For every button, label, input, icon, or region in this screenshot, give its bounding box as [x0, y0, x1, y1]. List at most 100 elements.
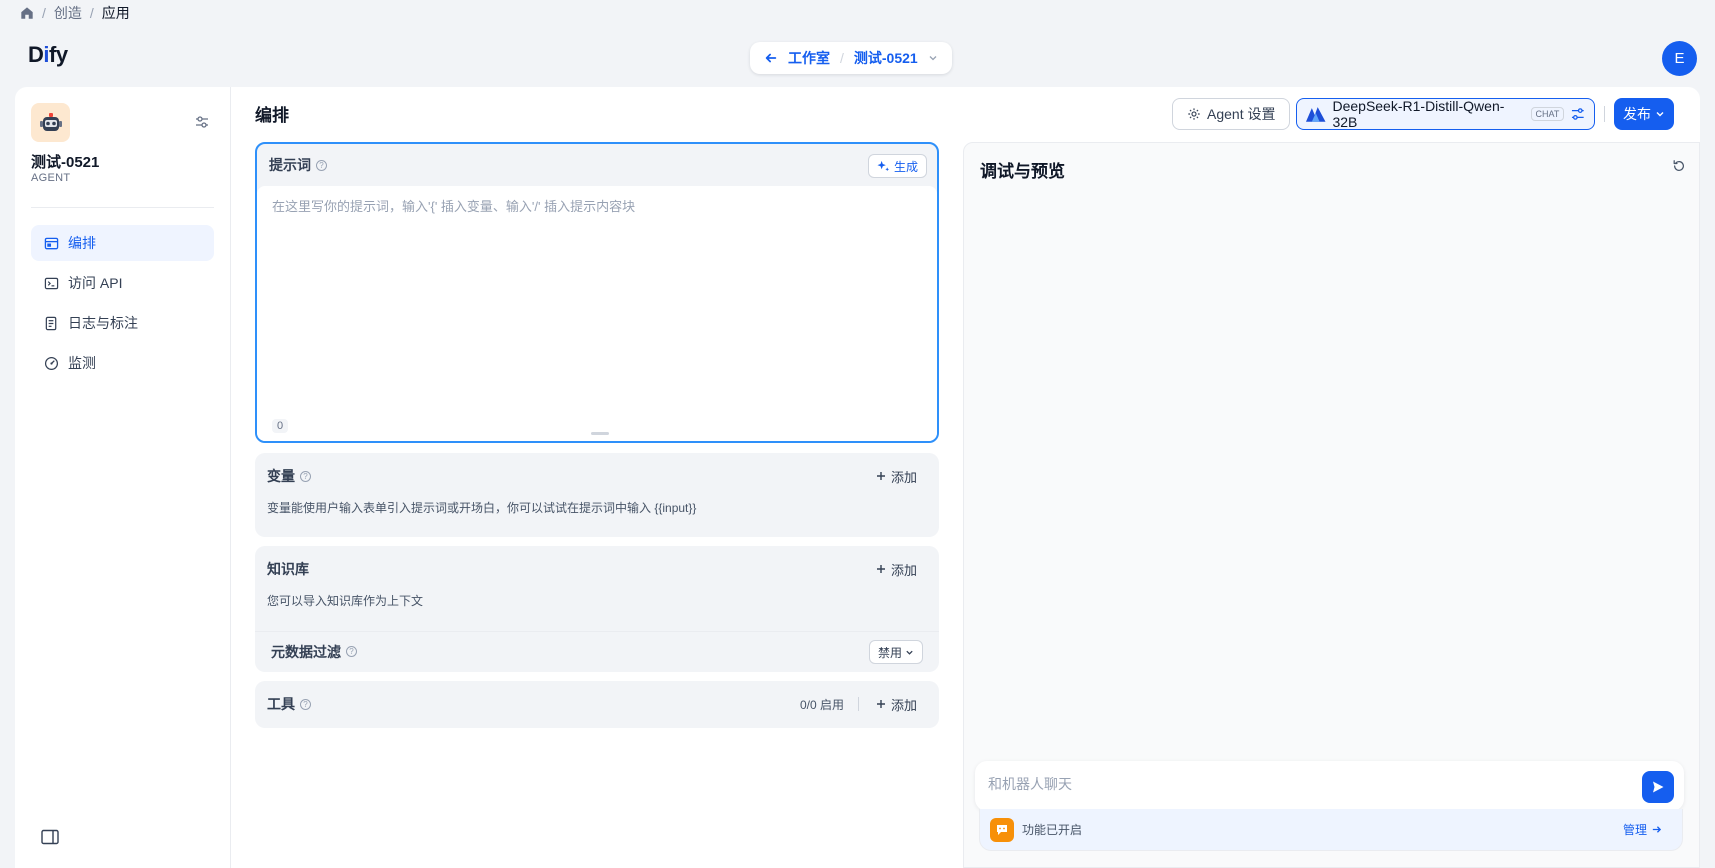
help-icon[interactable]: ?	[300, 470, 311, 482]
breadcrumb-item-create[interactable]: 创造	[54, 3, 82, 23]
app-settings-icon[interactable]	[193, 113, 211, 131]
refresh-icon[interactable]	[1672, 159, 1686, 173]
file-list-icon	[45, 316, 57, 330]
plus-icon	[876, 565, 885, 573]
sidebar-item-label: 日志与标注	[68, 315, 138, 331]
add-variable-button[interactable]: 添加	[876, 467, 917, 486]
layout-icon	[44, 237, 59, 249]
sidebar-divider	[31, 207, 214, 208]
gear-icon	[1188, 108, 1200, 120]
header-divider	[1604, 106, 1605, 122]
manage-features-button[interactable]: 管理	[1623, 821, 1662, 838]
prompt-header: 提示词 ? 生成	[257, 144, 937, 186]
model-mode-badge: CHAT	[1530, 107, 1565, 121]
sidebar-item-monitor[interactable]: 监测	[31, 345, 214, 381]
sidebar: 测试-0521 AGENT 编排 访问 API 日志与标注 监测	[15, 87, 231, 868]
chevron-down-icon	[929, 56, 937, 61]
metadata-filter-row: 元数据过滤 ? 禁用	[255, 631, 939, 671]
resize-handle[interactable]	[591, 432, 609, 435]
home-icon[interactable]	[20, 6, 34, 20]
chat-bubble-icon	[997, 824, 1007, 835]
page-title: 编排	[255, 106, 289, 125]
variables-description: 变量能使用户输入表单引入提示词或开场白，你可以试试在提示词中输入 {{input…	[267, 501, 697, 515]
prompt-textarea[interactable]: 在这里写你的提示词，输入'{' 插入变量、输入'/' 插入提示内容块 0	[257, 186, 937, 441]
workspace-link[interactable]: 工作室	[788, 48, 830, 68]
tools-section: 工具 ? 0/0 启用 添加	[255, 681, 939, 728]
sparkle-icon	[877, 160, 890, 171]
debug-title: 调试与预览	[980, 162, 1065, 181]
debug-preview-panel: 调试与预览 功能已开启 管理	[963, 142, 1700, 868]
app-switcher[interactable]: 工作室 / 测试-0521	[750, 42, 952, 74]
knowledge-header: 知识库 添加	[255, 546, 939, 592]
chat-input[interactable]	[988, 776, 1588, 792]
model-name: DeepSeek-R1-Distill-Qwen-32B	[1332, 98, 1505, 130]
top-bar: Dify 工作室 / 测试-0521 E	[15, 32, 1700, 87]
generate-prompt-button[interactable]: 生成	[867, 154, 927, 178]
plus-icon	[876, 472, 885, 480]
terminal-icon	[44, 277, 59, 289]
variables-header: 变量 ? 添加	[255, 453, 939, 499]
robot-icon	[39, 112, 62, 131]
publish-button[interactable]: 发布	[1614, 98, 1674, 130]
metadata-filter-select[interactable]: 禁用	[868, 640, 923, 664]
metadata-filter-label: 元数据过滤	[271, 643, 341, 660]
prompt-editor: 提示词 ? 生成 在这里写你的提示词，输入'{' 插入变量、输入'/' 插入提示…	[255, 142, 939, 443]
help-icon[interactable]: ?	[300, 698, 311, 710]
add-knowledge-button[interactable]: 添加	[876, 560, 917, 579]
dify-logo[interactable]: Dify	[28, 42, 68, 68]
char-count: 0	[272, 419, 289, 433]
sidebar-app-name: 测试-0521	[31, 154, 100, 171]
add-tool-button[interactable]: 添加	[876, 695, 917, 714]
model-selector[interactable]: DeepSeek-R1-Distill-Qwen-32B CHAT	[1296, 98, 1595, 130]
send-button[interactable]	[1642, 771, 1674, 803]
chevron-down-icon	[1656, 112, 1664, 117]
knowledge-description: 您可以导入知识库作为上下文	[267, 594, 424, 608]
sidebar-item-logs[interactable]: 日志与标注	[31, 305, 214, 341]
sidebar-item-label: 监测	[68, 355, 96, 371]
tools-divider	[858, 697, 859, 711]
agent-settings-label: Agent 设置	[1207, 106, 1276, 122]
agent-settings-button[interactable]: Agent 设置	[1172, 98, 1291, 130]
breadcrumb-separator: /	[89, 5, 94, 21]
publish-label: 发布	[1623, 106, 1651, 122]
knowledge-label: 知识库	[267, 561, 309, 577]
pill-separator: /	[840, 50, 844, 66]
model-params-icon[interactable]	[1570, 106, 1586, 122]
sidebar-item-label: 编排	[68, 235, 96, 251]
breadcrumb-separator: /	[42, 5, 46, 21]
help-icon[interactable]: ?	[316, 159, 327, 171]
tools-enabled-count: 0/0 启用	[799, 697, 844, 712]
sidebar-nav: 编排 访问 API 日志与标注 监测	[31, 225, 214, 385]
chevron-down-icon	[906, 650, 913, 655]
variables-section: 变量 ? 添加 变量能使用户输入表单引入提示词或开场白，你可以试试在提示词中输入…	[255, 453, 939, 537]
main-frame: 测试-0521 AGENT 编排 访问 API 日志与标注 监测 编排 Agen…	[15, 87, 1700, 868]
feature-status-text: 功能已开启	[1022, 823, 1083, 837]
sidebar-app-type: AGENT	[31, 172, 71, 184]
feature-status-bar: 功能已开启 管理	[979, 809, 1683, 851]
tools-label: 工具	[267, 696, 295, 712]
sidebar-item-api[interactable]: 访问 API	[31, 265, 214, 301]
current-app-name[interactable]: 测试-0521	[854, 48, 918, 68]
breadcrumb-item-apps: 应用	[101, 5, 130, 21]
chat-input-box	[975, 761, 1684, 811]
send-icon	[1653, 781, 1664, 793]
generate-label: 生成	[893, 159, 918, 174]
knowledge-section: 知识库 添加 您可以导入知识库作为上下文 元数据过滤 ? 禁用	[255, 546, 939, 672]
arrow-left-icon	[765, 53, 777, 63]
feature-icon	[990, 817, 1014, 842]
model-provider-logo-icon	[1305, 107, 1326, 122]
app-icon	[31, 103, 70, 142]
sidebar-item-orchestrate[interactable]: 编排	[31, 225, 214, 261]
gauge-icon	[44, 356, 59, 370]
help-icon[interactable]: ?	[346, 646, 357, 657]
tools-header: 工具 ? 0/0 启用 添加	[255, 681, 939, 727]
prompt-placeholder: 在这里写你的提示词，输入'{' 插入变量、输入'/' 插入提示内容块	[272, 199, 636, 214]
prompt-label: 提示词	[269, 157, 311, 173]
plus-icon	[876, 700, 885, 708]
user-avatar[interactable]: E	[1662, 41, 1697, 76]
arrow-right-icon	[1652, 826, 1662, 833]
breadcrumb: / 创造 / 应用	[20, 4, 130, 22]
collapse-sidebar-icon[interactable]	[41, 829, 59, 845]
sidebar-item-label: 访问 API	[68, 275, 123, 291]
variables-label: 变量	[267, 468, 295, 484]
